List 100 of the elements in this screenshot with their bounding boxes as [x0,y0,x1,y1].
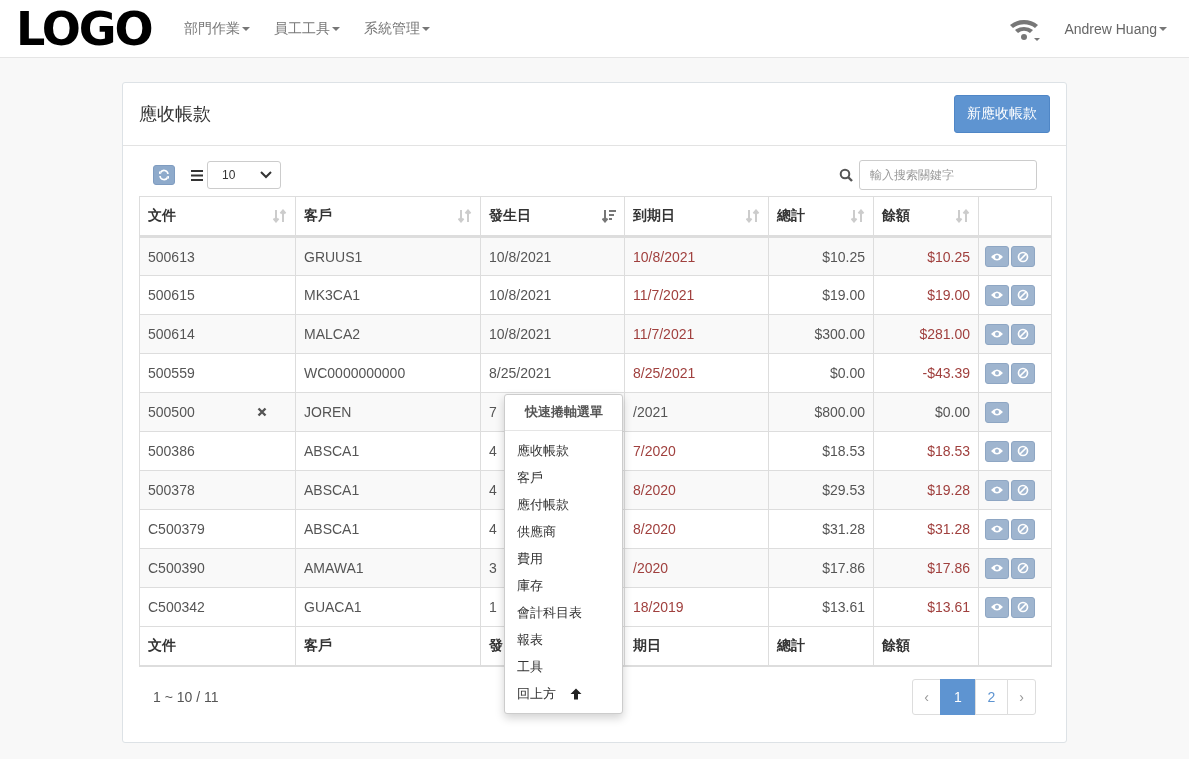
chevron-icon [260,171,272,179]
table-cell: $19.28 [927,482,970,498]
view-button[interactable] [985,323,1009,345]
nav-menu[interactable]: 系統管理 [363,19,430,38]
close-icon [256,407,267,417]
ban-icon [1017,250,1029,263]
column-footer: 發 [489,636,503,653]
ban-icon [1017,445,1029,457]
menu-item[interactable]: 費用 [505,545,622,572]
cancel-button[interactable] [1011,479,1035,501]
table-cell: ABSCA1 [304,482,360,498]
menu-item[interactable]: 供應商 [505,518,622,545]
table-cell: $10.25 [822,248,865,265]
eye-icon [990,485,1004,495]
table-cell: /2020 [633,560,669,576]
table-cell: 10/8/2021 [489,326,552,342]
cancel-button[interactable] [1011,284,1035,306]
cancel-button[interactable] [1011,518,1035,540]
list-icon [191,169,203,181]
cancel-button[interactable] [1011,362,1035,384]
table-cell: GUACA1 [304,599,362,615]
page-size-select[interactable]: 10 [207,161,281,189]
ban-icon [1017,289,1029,301]
menu-item[interactable]: 庫存 [505,572,622,599]
ban-icon [1017,484,1029,496]
table-cell: $0.00 [934,404,970,420]
table-cell: JOREN [304,404,352,420]
search-icon [839,168,853,182]
view-button[interactable] [985,596,1009,618]
menu-item[interactable]: 應付帳款 [505,491,622,518]
view-button[interactable] [985,557,1009,579]
view-button[interactable] [985,440,1009,462]
column-footer: 客戶 [304,636,332,653]
table-cell: $19.00 [822,287,865,303]
table-cell: 7 [489,404,497,420]
cancel-button[interactable] [1011,323,1035,345]
menu-item[interactable]: 回上方 [505,680,622,707]
refresh-button[interactable] [153,165,175,185]
table-cell: 10/8/2021 [489,287,552,303]
table-cell: 11/7/2021 [633,287,695,303]
caret-icon [421,26,430,31]
column-footer: 總計 [777,636,805,653]
view-button[interactable] [985,246,1009,267]
eye-icon [990,290,1004,300]
table-cell: GRUUS1 [304,248,363,265]
table-cell: 4 [489,521,497,537]
table-cell: $10.25 [927,248,970,265]
menu-item[interactable]: 應收帳款 [505,437,622,464]
menu-item[interactable]: 工具 [505,653,622,680]
table-cell: C500342 [148,599,205,615]
table-cell: 7/2020 [633,443,676,459]
table-cell: 11/7/2021 [633,326,695,342]
cancel-button[interactable] [1011,596,1035,618]
table-cell: MALCA2 [304,326,361,342]
cancel-button[interactable] [1011,440,1035,462]
eye-icon [990,407,1004,417]
ban-icon [1017,523,1029,535]
logo[interactable]: LOGO [16,5,152,52]
nav-menu[interactable]: 部門作業 [183,19,250,38]
table-cell: $29.53 [822,482,865,498]
arrow-up-icon [570,687,582,700]
menu-item[interactable]: 客戶 [505,464,622,491]
table-cell: $13.61 [927,599,970,615]
cancel-button[interactable] [1011,246,1035,267]
table-cell: AMAWA1 [304,560,364,576]
table-cell: 8/2020 [633,521,676,537]
eye-icon [990,329,1004,339]
ban-icon [1017,328,1029,340]
table-cell: 500378 [148,482,195,498]
column-footer: 餘額 [882,636,910,653]
view-button[interactable] [985,362,1009,384]
view-button[interactable] [985,284,1009,306]
table-cell: $0.00 [829,365,865,381]
ban-icon [1017,367,1029,379]
refresh-icon [158,169,170,181]
table-cell: $300.00 [814,326,865,342]
table-cell: $281.00 [919,326,970,342]
table-cell: $17.86 [927,560,970,576]
view-button[interactable] [985,518,1009,540]
menu-item[interactable]: 會計科目表 [505,599,622,626]
table-cell: 500615 [148,287,195,303]
table-cell: 10/8/2021 [633,248,696,265]
column-footer: 文件 [148,636,176,653]
table-cell: C500390 [148,560,205,576]
table-cell: WC0000000000 [304,365,406,381]
menu-item[interactable]: 報表 [505,626,622,653]
view-button[interactable] [985,401,1009,423]
user-menu[interactable]: Andrew Huang [1064,20,1167,37]
search-field[interactable]: 輸入搜索關鍵字 [859,160,1037,190]
table-cell: $800.00 [814,404,865,420]
view-button[interactable] [985,479,1009,501]
ban-icon [1017,601,1029,613]
table-cell: C500379 [148,521,205,537]
table-cell: $18.53 [927,443,970,459]
caret-icon [1159,26,1167,31]
cancel-button[interactable] [1011,557,1035,579]
table-cell: 500386 [148,443,195,459]
nav-menu[interactable]: 員工工具 [273,19,340,38]
table-cell: 8/25/2021 [633,365,696,381]
table-cell: $31.28 [927,521,970,537]
